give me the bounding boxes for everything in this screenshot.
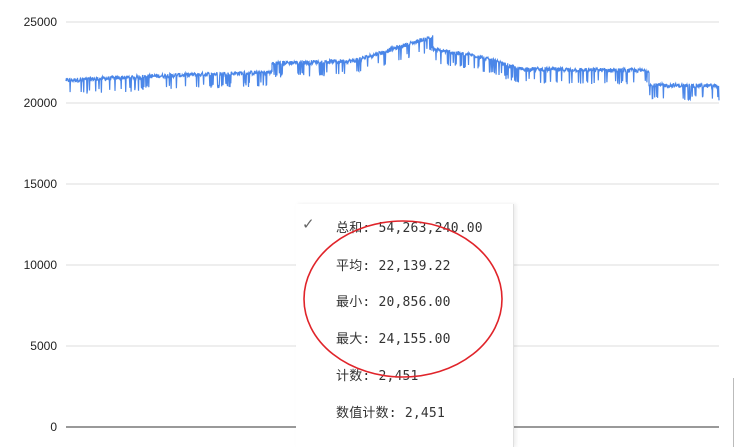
- menu-item-numeric-count[interactable]: 数值计数: 2,451: [296, 393, 513, 429]
- menu-item-label: 平均: 22,139.22: [336, 258, 451, 274]
- sheet-stats-menu[interactable]: ✓ 总和: 54,263,240.00 平均: 22,139.22 最小: 20,85…: [296, 204, 514, 447]
- menu-item-max[interactable]: 最大: 24,155.00: [296, 319, 513, 355]
- scroll-edge[interactable]: [733, 378, 745, 447]
- spreadsheet-chart-view: 0 5000 10000 15000 20000 25000 ✓ 总和: 54,263,24…: [0, 0, 745, 447]
- y-tick-label: 0: [50, 420, 57, 434]
- y-tick-label: 5000: [30, 339, 57, 353]
- y-tick-label: 25000: [24, 15, 58, 29]
- menu-item-label: 数值计数: 2,451: [336, 405, 445, 421]
- menu-item-average[interactable]: 平均: 22,139.22: [296, 246, 513, 282]
- menu-item-min[interactable]: 最小: 20,856.00: [296, 282, 513, 318]
- checkmark-icon: ✓: [302, 215, 315, 233]
- menu-item-label: 计数: 2,451: [336, 368, 419, 384]
- menu-item-label: 最小: 20,856.00: [336, 294, 451, 310]
- menu-item-label: 最大: 24,155.00: [336, 331, 451, 347]
- menu-item-count[interactable]: 计数: 2,451: [296, 356, 513, 392]
- menu-item-label: 总和: 54,263,240.00: [336, 220, 483, 236]
- series-line[interactable]: [65, 35, 720, 102]
- chart-y-axis: 0 5000 10000 15000 20000 25000: [24, 15, 58, 434]
- y-tick-label: 20000: [24, 96, 58, 110]
- chart-series-layer: [65, 35, 720, 102]
- y-tick-label: 15000: [24, 177, 58, 191]
- y-tick-label: 10000: [24, 258, 58, 272]
- menu-item-sum[interactable]: ✓ 总和: 54,263,240.00: [296, 208, 513, 244]
